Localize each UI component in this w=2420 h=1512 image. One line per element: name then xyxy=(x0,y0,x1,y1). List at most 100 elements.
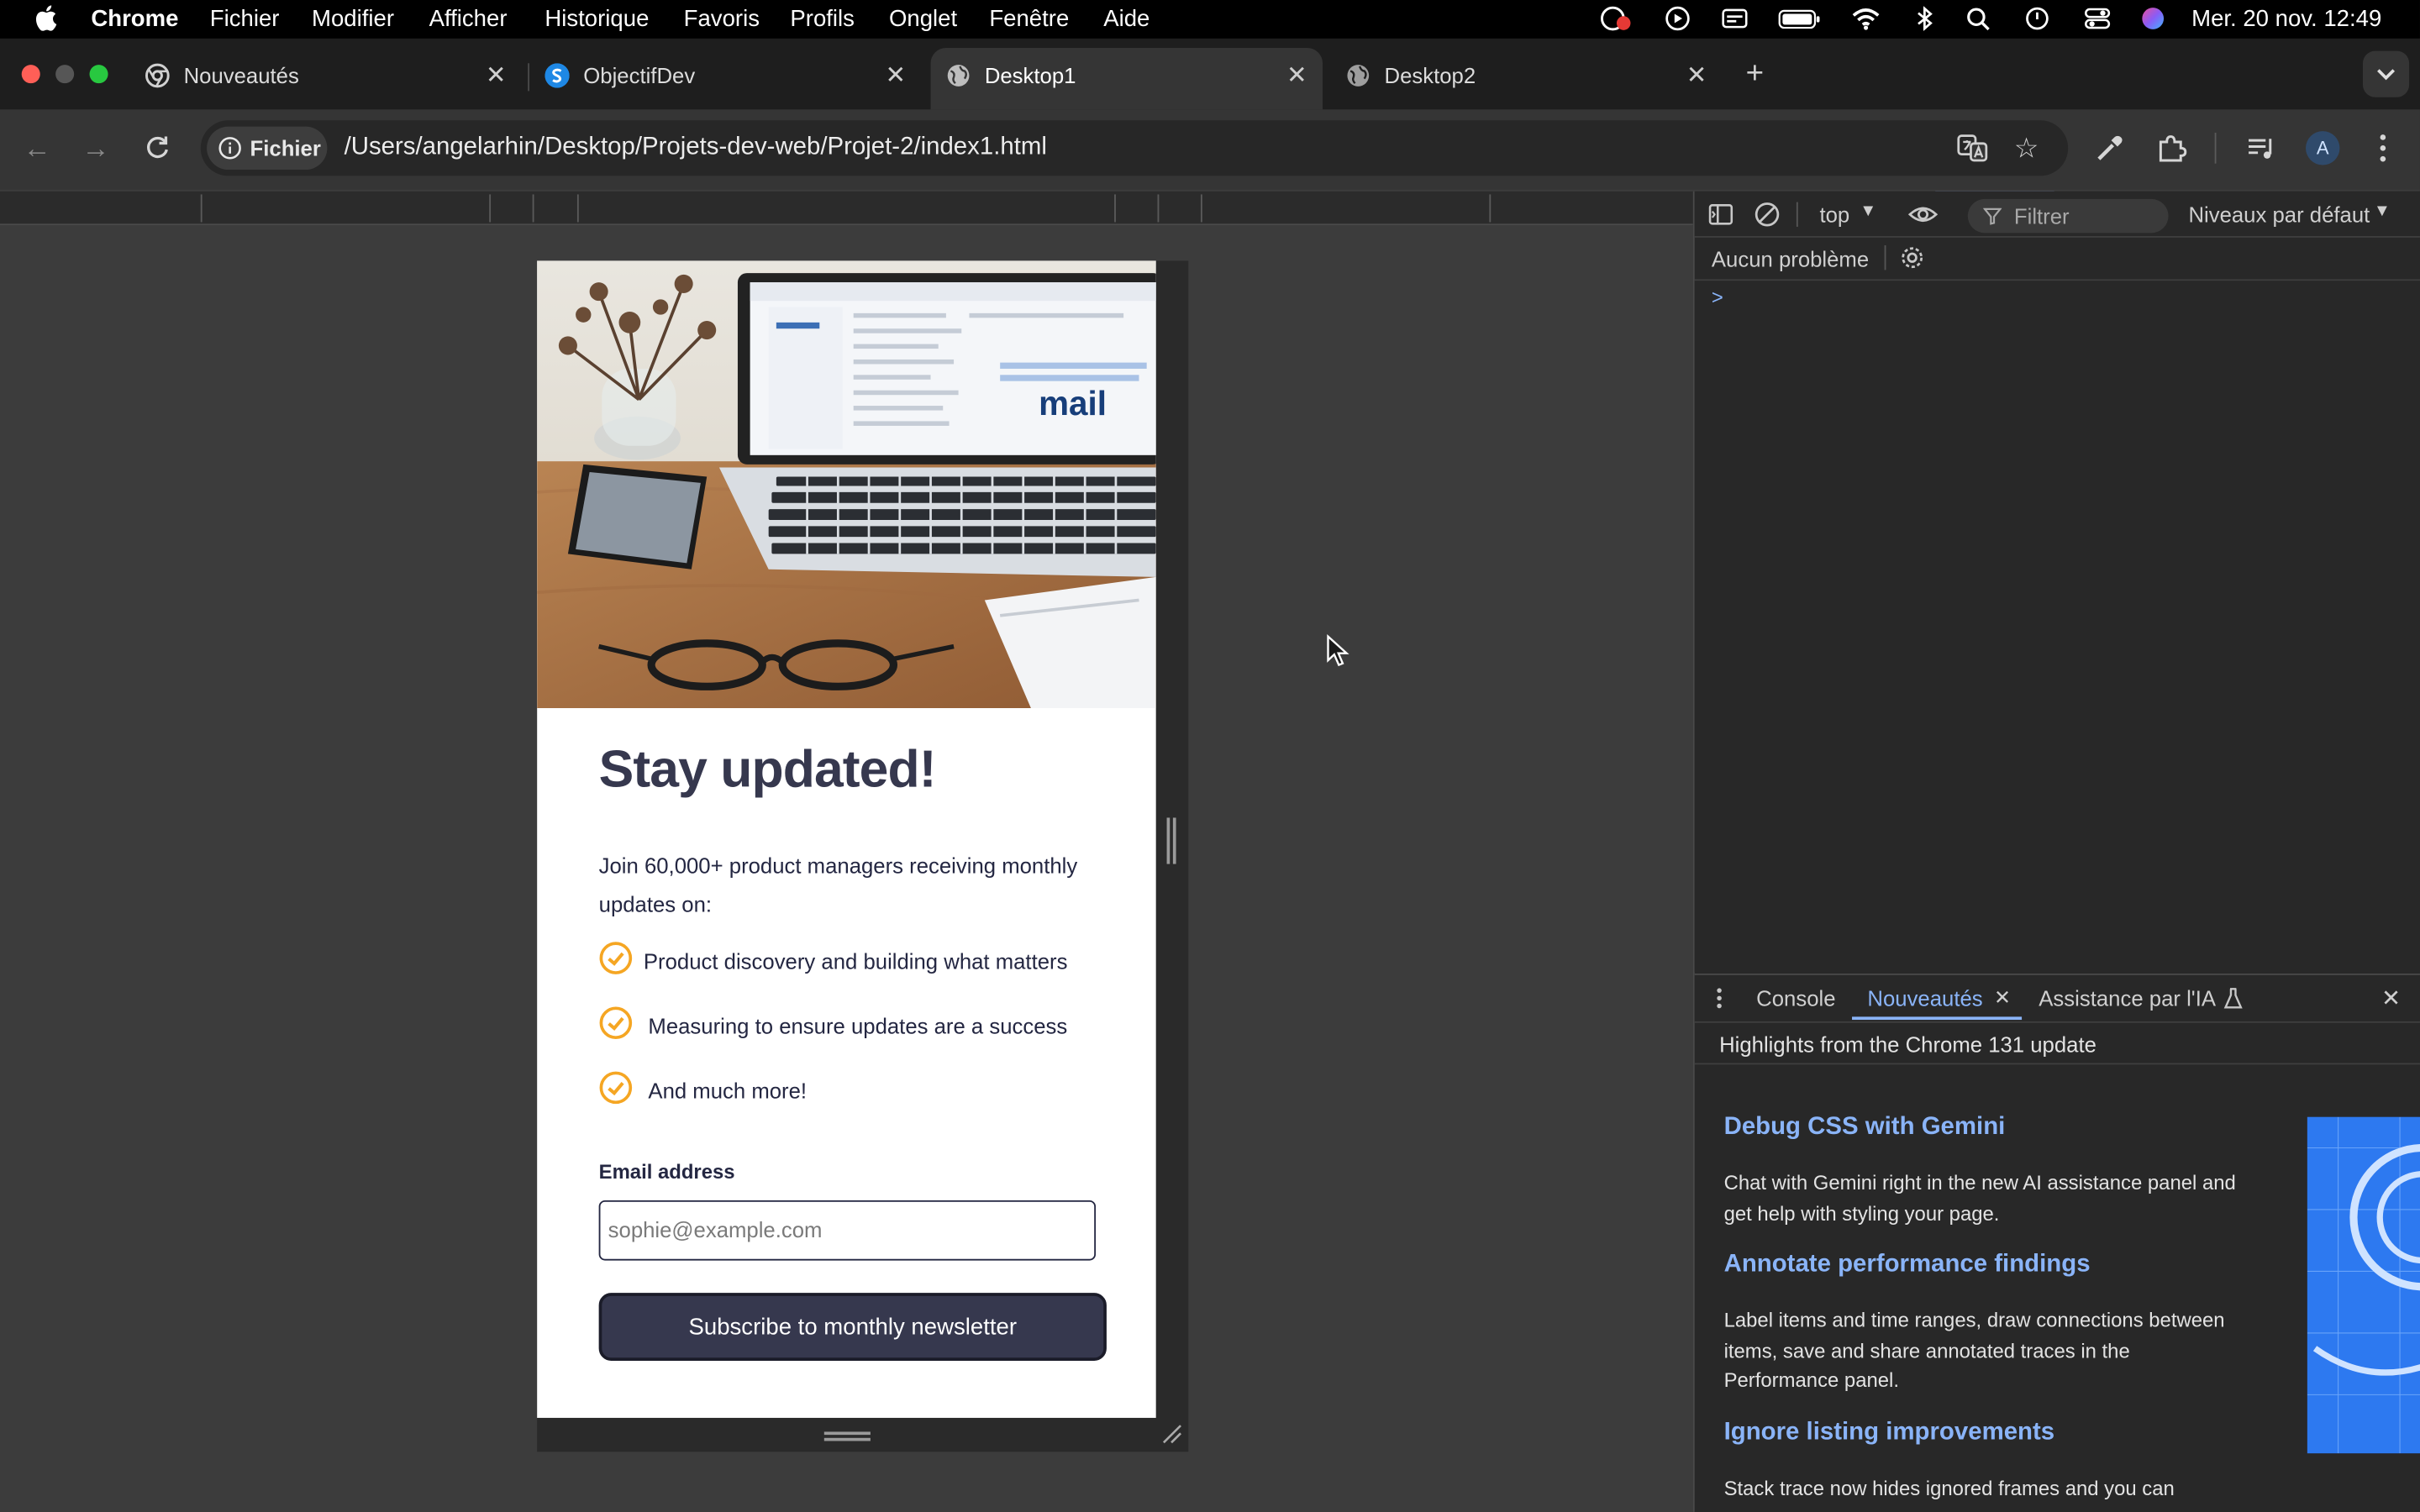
tab-close-icon[interactable]: ✕ xyxy=(1286,60,1307,92)
menu-modifier[interactable]: Modifier xyxy=(312,6,394,32)
toolbar-divider xyxy=(2214,132,2217,164)
menu-app-name[interactable]: Chrome xyxy=(91,6,178,32)
active-tab-underline xyxy=(1852,1016,2023,1021)
tab-search-button[interactable] xyxy=(2362,50,2410,97)
siri-icon[interactable] xyxy=(2139,6,2167,30)
email-field[interactable]: sophie@example.com xyxy=(598,1200,1097,1261)
email-label: Email address xyxy=(598,1160,735,1184)
eye-icon[interactable] xyxy=(1907,201,1939,228)
tab-label: ObjectifDev xyxy=(583,63,696,88)
resize-handle-right[interactable] xyxy=(1166,817,1176,864)
apple-icon[interactable] xyxy=(34,5,57,31)
console-filter-input[interactable]: Filtrer xyxy=(1967,198,2169,234)
list-item: Measuring to ensure updates are a succes… xyxy=(599,1006,1108,1043)
context-dropdown-caret-icon[interactable]: ▼ xyxy=(1860,202,1876,221)
flask-icon xyxy=(2223,988,2243,1009)
hero-image: mail xyxy=(537,260,1156,709)
sidebar-toggle-icon[interactable] xyxy=(1707,201,1734,228)
wifi-icon[interactable] xyxy=(1852,6,1880,30)
tab-close-icon[interactable]: ✕ xyxy=(886,60,907,92)
article-title[interactable]: Ignore listing improvements xyxy=(1724,1420,2055,1447)
list-item-text: And much more! xyxy=(648,1078,808,1104)
console-prompt[interactable]: > xyxy=(1712,286,1723,309)
article-body: Label items and time ranges, draw connec… xyxy=(1723,1308,2225,1392)
resize-handle-bottom[interactable] xyxy=(823,1431,871,1441)
article-title[interactable]: Debug CSS with Gemini xyxy=(1724,1114,2006,1142)
levels-dropdown-caret-icon[interactable]: ▼ xyxy=(2374,202,2391,221)
log-levels-dropdown[interactable]: Niveaux par défaut xyxy=(2188,202,2370,227)
context-selector[interactable]: top xyxy=(1819,202,1849,227)
close-window-button[interactable] xyxy=(21,65,40,84)
screen-record-icon[interactable] xyxy=(1599,6,1633,31)
site-info-chip[interactable]: Fichier xyxy=(207,126,328,171)
url-text[interactable]: /Users/angelarhin/Desktop/Projets-dev-we… xyxy=(345,134,1047,162)
tab-desktop2[interactable]: Desktop2 ✕ xyxy=(1330,48,1723,109)
ruler-tick xyxy=(576,194,579,223)
close-tab-icon[interactable]: ✕ xyxy=(1994,986,2011,1011)
menu-historique[interactable]: Historique xyxy=(544,6,649,32)
control-center-icon[interactable] xyxy=(2084,6,2112,30)
kebab-menu-icon[interactable] xyxy=(2372,131,2394,165)
new-tab-plus-icon[interactable]: + xyxy=(1739,57,1770,91)
translate-icon[interactable] xyxy=(1955,131,1989,165)
check-circle-icon xyxy=(599,1071,633,1105)
subscribe-button[interactable]: Subscribe to monthly newsletter xyxy=(598,1293,1107,1361)
profile-avatar[interactable]: A xyxy=(2306,131,2340,165)
toolbar-divider xyxy=(1796,202,1798,227)
page-title: Stay updated! xyxy=(598,740,937,800)
article-title[interactable]: Annotate performance findings xyxy=(1724,1252,2091,1279)
drawer-tab-whats-new[interactable]: Nouveautés xyxy=(1867,986,1982,1011)
hero-screen-text: mail xyxy=(1039,384,1107,423)
info-icon xyxy=(218,137,241,160)
reload-icon[interactable] xyxy=(142,133,173,164)
list-item-text: Measuring to ensure updates are a succes… xyxy=(648,1013,1068,1039)
forward-arrow-icon[interactable]: → xyxy=(79,131,113,165)
battery-icon[interactable] xyxy=(1778,6,1821,30)
tab-desktop1[interactable]: Desktop1 ✕ xyxy=(930,47,1323,110)
tab-close-icon[interactable]: ✕ xyxy=(486,60,507,92)
drawer-menu-icon[interactable] xyxy=(1710,986,1728,1011)
globe-icon xyxy=(947,65,970,87)
site-info-label: Fichier xyxy=(250,135,321,161)
eyedropper-icon[interactable] xyxy=(2093,131,2127,165)
menu-favoris[interactable]: Favoris xyxy=(684,6,760,32)
screen-time-icon[interactable] xyxy=(2023,6,2051,30)
globe-icon xyxy=(1347,65,1370,87)
chrome-icon xyxy=(145,63,170,88)
menu-aide[interactable]: Aide xyxy=(1103,6,1150,32)
list-item-text: Product discovery and building what matt… xyxy=(643,948,1068,974)
extensions-puzzle-icon[interactable] xyxy=(2154,131,2188,165)
zoom-window-button[interactable] xyxy=(89,65,108,84)
tab-label: Nouveautés xyxy=(183,63,299,88)
console-output[interactable] xyxy=(1694,281,2420,973)
intro-text: Join 60,000+ product managers receiving … xyxy=(598,853,1078,916)
ruler-tick xyxy=(1489,194,1491,223)
spotlight-search-icon[interactable] xyxy=(1965,6,1992,31)
drawer-tab-console[interactable]: Console xyxy=(1756,986,1835,1011)
tab-nouveautes[interactable]: Nouveautés ✕ xyxy=(129,48,522,109)
close-drawer-icon[interactable]: ✕ xyxy=(2381,984,2401,1012)
media-controls-icon[interactable] xyxy=(2244,131,2278,165)
back-arrow-icon[interactable]: ← xyxy=(20,131,54,165)
tab-objectifdev[interactable]: ObjectifDev ✕ xyxy=(529,48,922,109)
keyboard-input-icon[interactable] xyxy=(1721,6,1749,30)
bluetooth-icon[interactable] xyxy=(1914,6,1936,31)
article-body: Stack trace now hides ignored frames and… xyxy=(1723,1476,2175,1500)
menu-fichier[interactable]: Fichier xyxy=(210,6,280,32)
menu-profils[interactable]: Profils xyxy=(790,6,855,32)
gear-icon[interactable] xyxy=(1898,244,1926,271)
issues-status[interactable]: Aucun problème xyxy=(1712,247,1869,271)
drawer-tab-ai-assistance[interactable]: Assistance par l'IA xyxy=(2039,986,2216,1011)
filter-placeholder: Filtrer xyxy=(2013,203,2070,228)
menu-bar: Chrome Fichier Modifier Afficher Histori… xyxy=(0,0,2420,39)
resize-corner-icon[interactable] xyxy=(1160,1422,1182,1444)
tab-close-icon[interactable]: ✕ xyxy=(1686,60,1707,92)
menu-onglet[interactable]: Onglet xyxy=(889,6,957,32)
menu-fenetre[interactable]: Fenêtre xyxy=(989,6,1069,32)
clear-console-icon[interactable] xyxy=(1753,201,1781,228)
menu-datetime[interactable]: Mer. 20 nov. 12:49 xyxy=(2191,6,2381,32)
play-circle-icon[interactable] xyxy=(1664,6,1691,31)
menu-afficher[interactable]: Afficher xyxy=(429,6,508,32)
minimize-window-button[interactable] xyxy=(55,65,75,84)
bookmark-star-icon[interactable]: ☆ xyxy=(2009,131,2043,165)
